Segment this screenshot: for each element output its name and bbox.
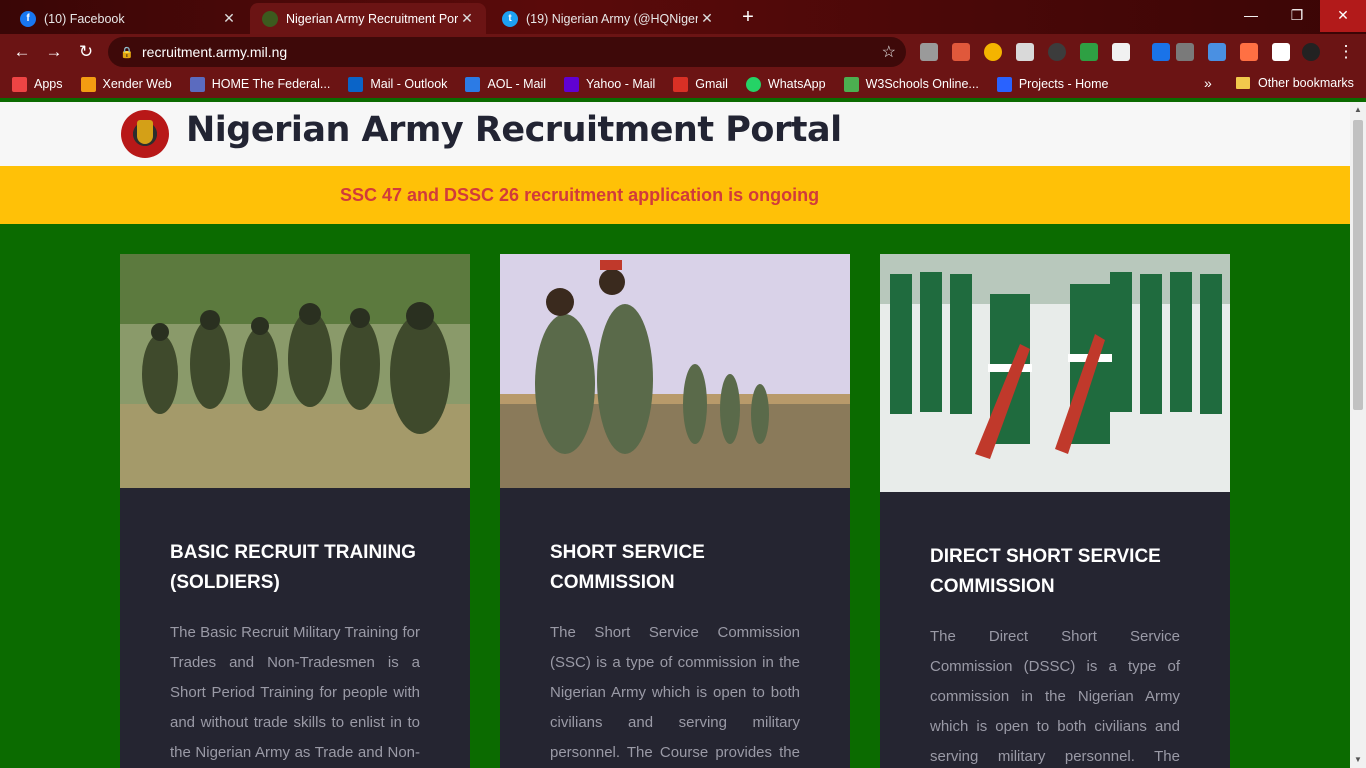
profile-avatar[interactable] <box>1302 43 1320 61</box>
tab-title: (19) Nigerian Army (@HQNigeria <box>526 11 698 26</box>
card-description: The Basic Recruit Military Training for … <box>170 624 420 761</box>
forward-arrow-icon[interactable]: → <box>42 40 66 64</box>
outlook-icon <box>348 76 364 92</box>
other-bookmarks-label: Other bookmarks <box>1258 76 1354 90</box>
shield-extension-icon[interactable] <box>952 43 970 61</box>
bookmark-aol[interactable]: AOL - Mail <box>465 76 547 92</box>
badge-extension-icon[interactable] <box>1112 43 1130 61</box>
megaphone-extension-icon[interactable] <box>1240 43 1258 61</box>
lock-icon: 🔒 <box>120 46 134 59</box>
card-basic-recruit-training: BASIC RECRUIT TRAINING (SOLDIERS) The Ba… <box>120 254 470 768</box>
other-bookmarks-folder[interactable]: Other bookmarks <box>1236 76 1354 90</box>
bookmark-label: Projects - Home <box>1018 77 1109 91</box>
banner-text[interactable]: SSC 47 and DSSC 26 recruitment applicati… <box>340 185 819 206</box>
browser-toolbar: ← → ↻ 🔒 recruitment.army.mil.ng ☆ ⋮ <box>0 34 1366 70</box>
tab-facebook[interactable]: f (10) Facebook ✕ <box>8 3 248 34</box>
calendar-extension-icon[interactable] <box>1016 43 1034 61</box>
site-title[interactable]: Nigerian Army Recruitment Portal <box>186 110 842 150</box>
close-window-button[interactable]: ✕ <box>1320 0 1366 32</box>
bookmark-xender[interactable]: Xender Web <box>80 76 172 92</box>
bookmark-label: Xender Web <box>102 77 172 91</box>
card-short-service-commission: SHORT SERVICE COMMISSION The Short Servi… <box>500 254 850 768</box>
soldiers-patrol-image <box>120 254 470 488</box>
bookmark-projects[interactable]: Projects - Home <box>996 76 1109 92</box>
reload-icon[interactable]: ↻ <box>74 40 98 64</box>
back-arrow-icon[interactable]: ← <box>10 40 34 64</box>
site-header: Nigerian Army Recruitment Portal <box>0 102 1350 166</box>
bookmark-yahoo[interactable]: Yahoo - Mail <box>564 76 656 92</box>
bookmark-outlook[interactable]: Mail - Outlook <box>348 76 448 92</box>
twitter-icon: t <box>502 10 518 27</box>
bookmark-federal[interactable]: HOME The Federal... <box>189 76 331 92</box>
menu-kebab-icon[interactable]: ⋮ <box>1334 40 1358 64</box>
scroll-down-arrow-icon[interactable]: ▼ <box>1350 752 1366 768</box>
hand-extension-icon[interactable] <box>1208 43 1226 61</box>
more-bookmarks-button[interactable]: » <box>1204 75 1212 91</box>
card-description: The Direct Short Service Commission (DSS… <box>930 628 1180 765</box>
gmail-icon <box>673 76 689 92</box>
whatsapp-icon <box>745 76 761 92</box>
w3schools-icon <box>843 76 859 92</box>
apps-grid-icon <box>12 76 27 92</box>
announcement-banner: SSC 47 and DSSC 26 recruitment applicati… <box>0 166 1350 224</box>
camera-extension-icon[interactable] <box>920 43 938 61</box>
folder-icon <box>1236 77 1250 89</box>
bookmark-label: AOL - Mail <box>487 77 547 91</box>
tracker-extension-icon[interactable] <box>1048 43 1066 61</box>
cadets-parade-image <box>880 254 1230 492</box>
minimize-button[interactable]: — <box>1228 0 1274 32</box>
bookmark-apps[interactable]: Apps <box>12 76 63 92</box>
army-crest-icon <box>262 10 278 27</box>
federal-icon <box>189 76 205 92</box>
card-title[interactable]: DIRECT SHORT SERVICE COMMISSION <box>930 542 1180 602</box>
address-bar[interactable]: 🔒 recruitment.army.mil.ng ☆ <box>108 37 906 67</box>
bookmark-w3schools[interactable]: W3Schools Online... <box>843 76 979 92</box>
puzzle-extensions-icon[interactable] <box>1272 43 1290 61</box>
projects-icon <box>996 76 1012 92</box>
scrollbar-thumb[interactable] <box>1353 120 1363 410</box>
aol-icon <box>465 76 481 92</box>
facebook-icon: f <box>20 10 36 27</box>
bookmark-label: Yahoo - Mail <box>586 77 656 91</box>
yahoo-icon <box>564 76 580 92</box>
bookmark-label: Gmail <box>695 77 728 91</box>
bookmark-label: Mail - Outlook <box>370 77 448 91</box>
bookmark-whatsapp[interactable]: WhatsApp <box>745 76 826 92</box>
card-title[interactable]: SHORT SERVICE COMMISSION <box>550 538 800 598</box>
new-tab-button[interactable]: + <box>735 6 761 30</box>
restore-button[interactable]: ❐ <box>1274 0 1320 32</box>
tab-title: (10) Facebook <box>44 11 125 26</box>
bookmarks-bar: Apps Xender Web HOME The Federal... Mail… <box>0 70 1366 98</box>
tab-twitter[interactable]: t (19) Nigerian Army (@HQNigeria ✕ <box>490 3 726 34</box>
counter-extension-icon[interactable] <box>1152 43 1170 61</box>
bookmark-label: HOME The Federal... <box>211 77 331 91</box>
tab-recruitment-portal[interactable]: Nigerian Army Recruitment Porta ✕ <box>250 3 486 34</box>
chrome-extension-icon[interactable] <box>984 43 1002 61</box>
bookmark-label: W3Schools Online... <box>865 77 979 91</box>
nigerian-army-logo[interactable] <box>121 110 169 158</box>
tab-title: Nigerian Army Recruitment Porta <box>286 11 458 26</box>
close-tab-icon[interactable]: ✕ <box>698 10 716 27</box>
xender-icon <box>80 76 96 92</box>
bookmark-label: Apps <box>34 77 63 91</box>
scroll-up-arrow-icon[interactable]: ▲ <box>1350 102 1366 118</box>
card-description: The Short Service Commission (SSC) is a … <box>550 624 800 761</box>
bookmark-gmail[interactable]: Gmail <box>673 76 728 92</box>
p-extension-icon[interactable] <box>1176 43 1194 61</box>
vertical-scrollbar[interactable]: ▲ ▼ <box>1350 102 1366 768</box>
page-content: Nigerian Army Recruitment Portal SSC 47 … <box>0 102 1350 768</box>
url-text: recruitment.army.mil.ng <box>142 44 288 60</box>
card-title[interactable]: BASIC RECRUIT TRAINING (SOLDIERS) <box>170 538 420 598</box>
officers-field-image <box>500 254 850 488</box>
close-tab-icon[interactable]: ✕ <box>458 10 476 27</box>
bookmark-label: WhatsApp <box>767 77 826 91</box>
bookmark-star-icon[interactable]: ☆ <box>882 42 896 62</box>
adblock-shield-icon[interactable] <box>1080 43 1098 61</box>
close-tab-icon[interactable]: ✕ <box>220 10 238 27</box>
card-direct-short-service-commission: DIRECT SHORT SERVICE COMMISSION The Dire… <box>880 254 1230 768</box>
browser-title-bar: f (10) Facebook ✕ Nigerian Army Recruitm… <box>0 0 1366 34</box>
